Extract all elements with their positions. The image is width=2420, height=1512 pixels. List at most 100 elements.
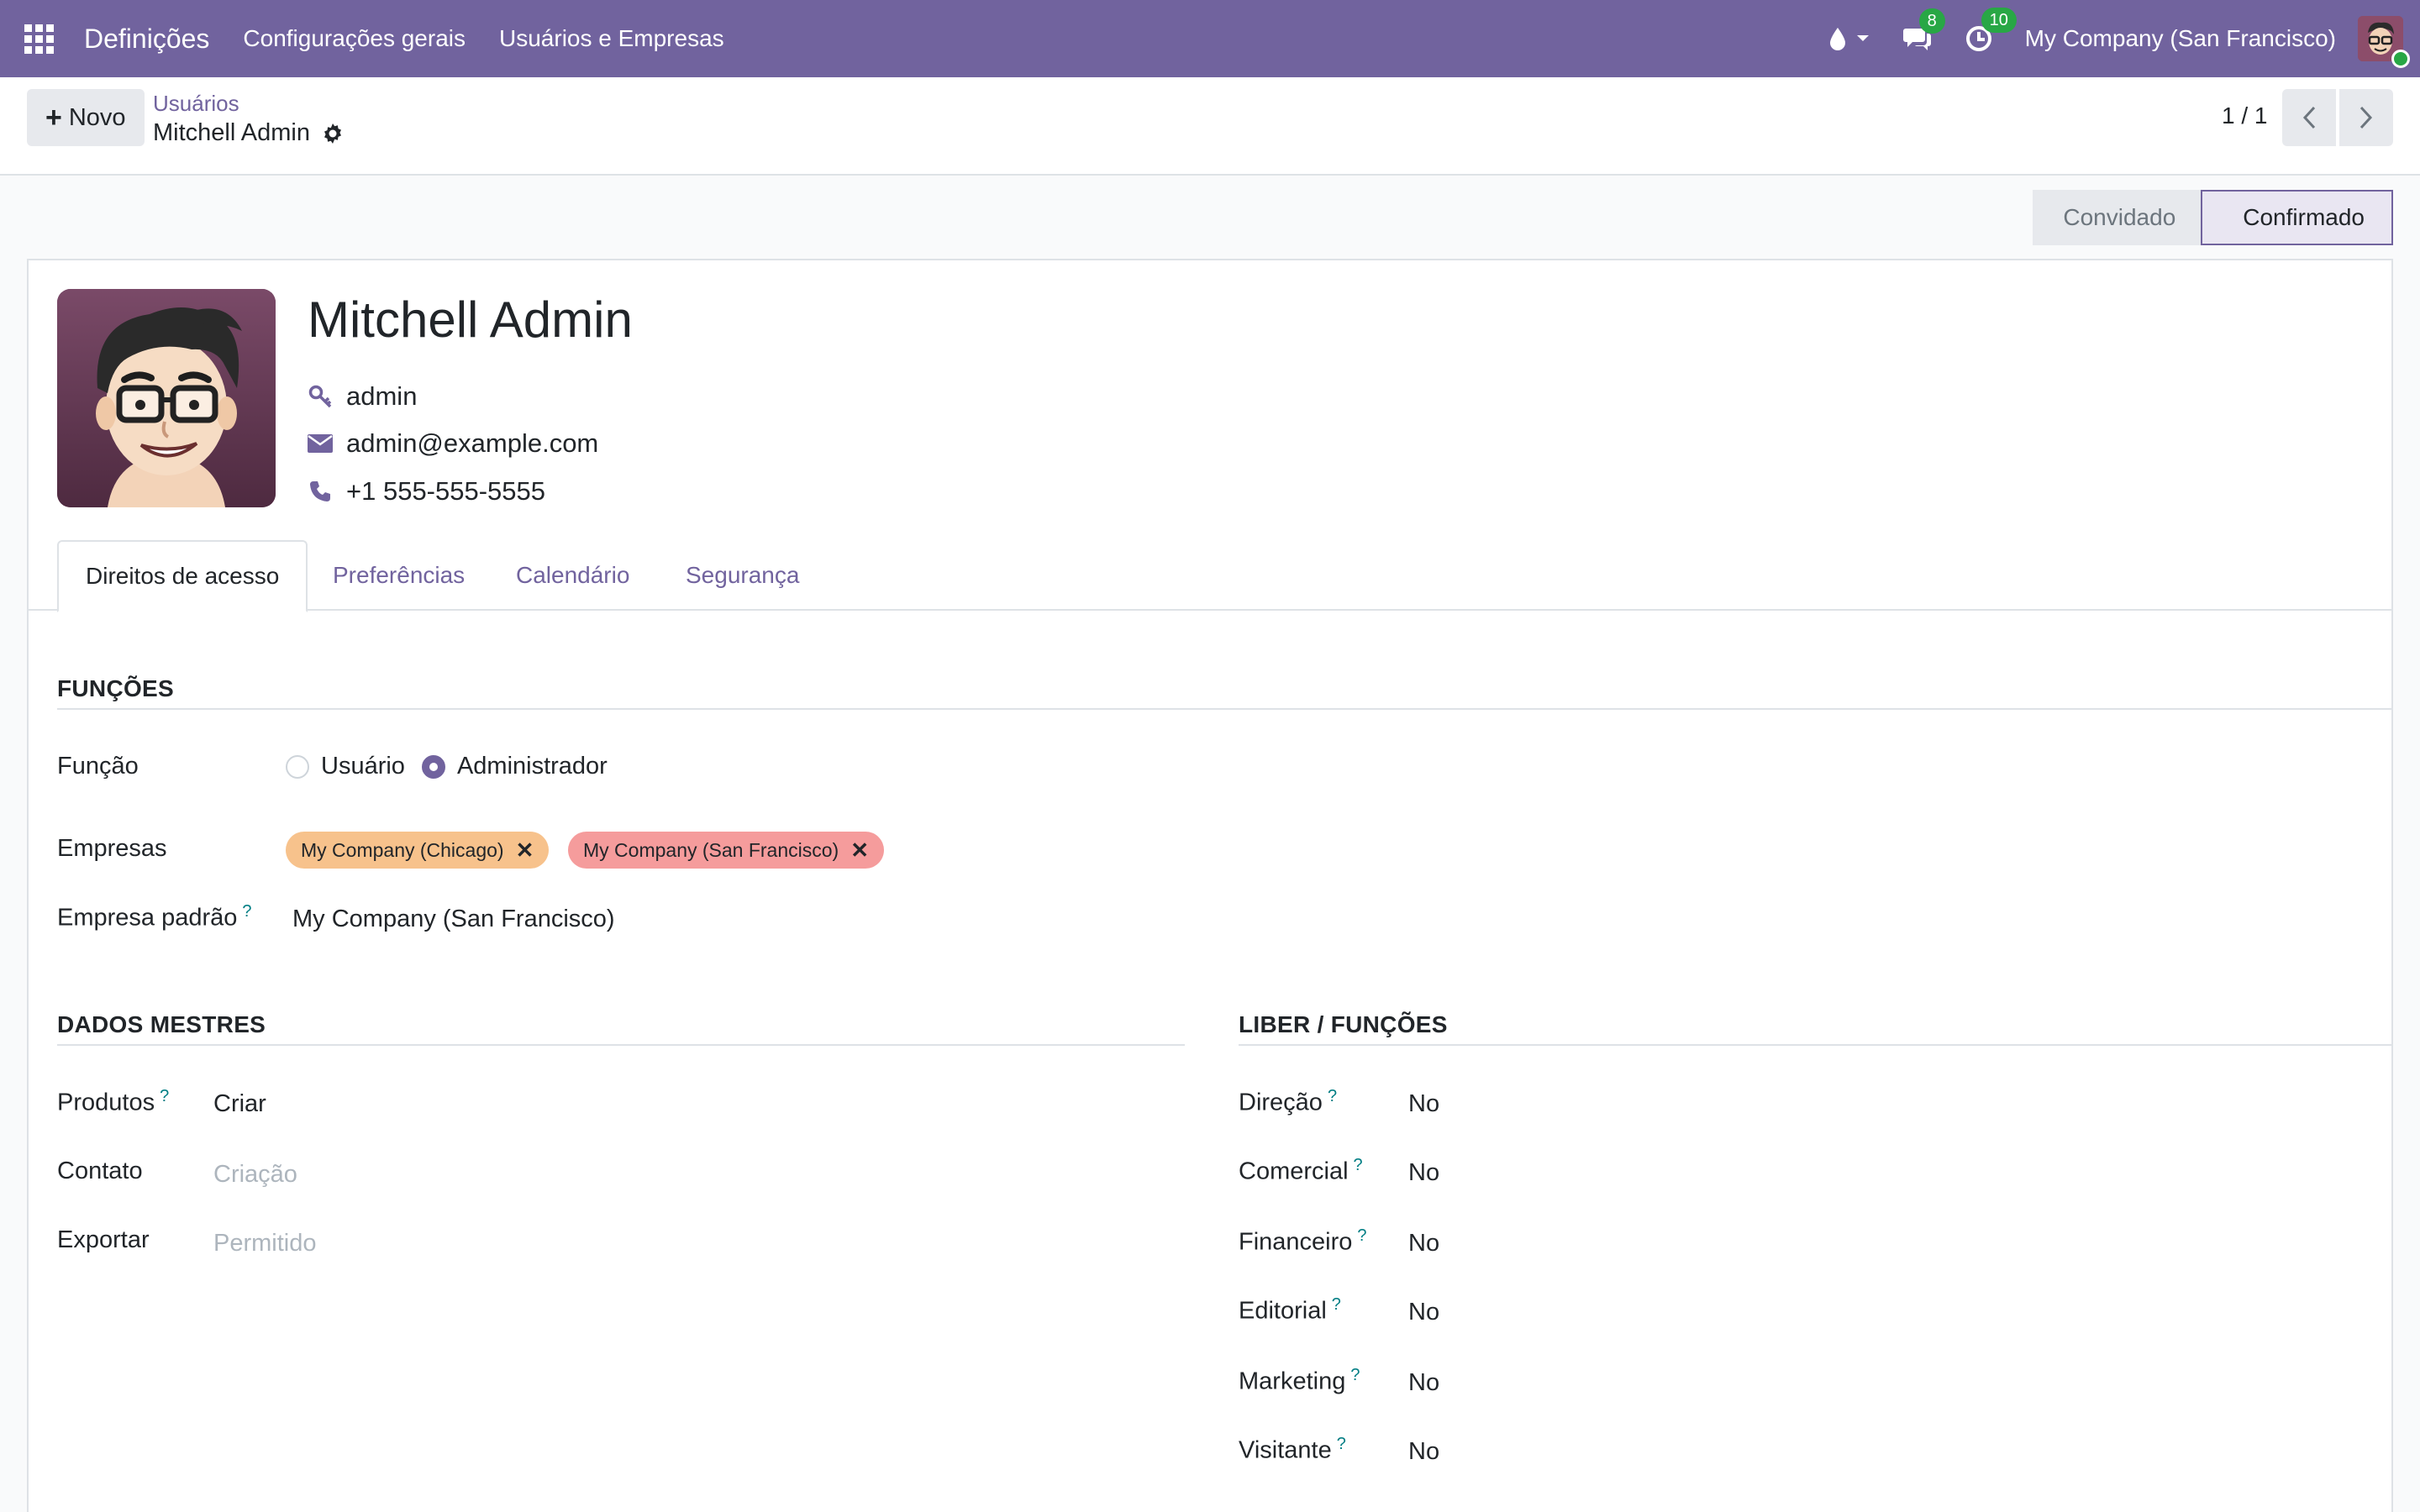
help-tooltip-icon[interactable]: ? [1357,1226,1366,1245]
chevron-right-icon [2360,106,2373,129]
visitor-label: Visitante? [1239,1435,1346,1465]
messages-badge: 8 [1918,8,1945,34]
help-tooltip-icon[interactable]: ? [160,1087,169,1105]
section-title-master-data: DADOS MESTRES [57,1011,266,1037]
login-row: admin [306,381,417,412]
marketing-label: Marketing? [1239,1366,1360,1396]
stage-invited[interactable]: Convidado [2033,190,2202,245]
products-label: Produtos? [57,1087,169,1117]
debug-menu[interactable] [1828,26,1870,51]
pager-value[interactable]: 1 / 1 [2222,102,2267,129]
form-sheet: Mitchell Admin admin admin@example.com +… [27,259,2393,1512]
pager-previous-button[interactable] [2282,89,2336,146]
gear-icon[interactable] [322,123,344,144]
products-label-text: Produtos [57,1089,155,1116]
caret-down-icon [1856,35,1869,41]
visitor-label-text: Visitante [1239,1436,1332,1464]
financial-label-text: Financeiro [1239,1228,1353,1256]
default-company-label: Empresa padrão? [57,902,252,932]
section-title-functions: FUNÇÕES [57,675,174,701]
plus-icon: + [45,101,62,134]
breadcrumb-current: Mitchell Admin [153,119,344,147]
commercial-label: Comercial? [1239,1156,1363,1186]
financial-label: Financeiro? [1239,1226,1367,1257]
chevron-left-icon [2302,106,2316,129]
tab-access-rights[interactable]: Direitos de acesso [57,540,308,612]
email-value[interactable]: admin@example.com [346,428,598,459]
company-tag-label: My Company (Chicago) [301,838,504,861]
commercial-value[interactable]: No [1408,1159,1439,1187]
editorial-value[interactable]: No [1408,1299,1439,1326]
phone-value[interactable]: +1 555-555-5555 [346,476,545,507]
avatar-image [57,289,276,507]
apps-grid-icon [24,24,54,54]
default-company-label-text: Empresa padrão [57,904,238,932]
envelope-icon [306,433,334,454]
remove-tag-icon[interactable]: ✕ [850,837,869,864]
key-icon [306,384,334,409]
activities-button[interactable]: 10 [1965,8,2017,53]
status-bar: Convidado Confirmado [2033,190,2393,245]
tab-calendar[interactable]: Calendário [489,540,656,611]
form-tabs: Direitos de acesso Preferências Calendár… [29,540,2391,612]
help-tooltip-icon[interactable]: ? [1332,1295,1341,1314]
phone-icon [306,480,334,503]
help-tooltip-icon[interactable]: ? [1350,1366,1360,1384]
direction-label-text: Direção [1239,1089,1323,1116]
section-divider [1239,1044,2391,1046]
role-radio-group: Usuário Administrador [286,753,624,780]
new-button-label: Novo [68,103,126,131]
section-divider [57,708,2391,710]
phone-row: +1 555-555-5555 [306,476,545,507]
role-option-user-label[interactable]: Usuário [321,753,405,780]
pager-next-button[interactable] [2339,89,2393,146]
role-radio-admin[interactable] [421,754,445,779]
role-option-admin-label[interactable]: Administrador [457,753,608,780]
visitor-value[interactable]: No [1408,1438,1439,1466]
section-divider [57,1044,1185,1046]
company-switcher[interactable]: My Company (San Francisco) [2025,25,2336,52]
section-title-liber-functions: LIBER / FUNÇÕES [1239,1011,1448,1037]
menu-users-companies[interactable]: Usuários e Empresas [499,25,724,52]
apps-menu-button[interactable] [0,0,77,77]
login-value[interactable]: admin [346,381,417,412]
company-tag-label: My Company (San Francisco) [583,838,839,861]
financial-value[interactable]: No [1408,1230,1439,1257]
online-status-dot [2391,50,2410,68]
company-tag: My Company (San Francisco) ✕ [568,832,884,869]
tab-preferences[interactable]: Preferências [306,540,492,611]
contact-value[interactable]: Criação [213,1161,297,1189]
direction-value[interactable]: No [1408,1090,1439,1118]
marketing-label-text: Marketing [1239,1368,1346,1395]
stage-confirmed[interactable]: Confirmado [2201,190,2393,245]
marketing-value[interactable]: No [1408,1369,1439,1397]
editorial-label: Editorial? [1239,1295,1341,1326]
new-button[interactable]: + Novo [27,89,145,146]
companies-label: Empresas [57,835,167,862]
breadcrumb-users-link[interactable]: Usuários [153,91,239,117]
user-menu-avatar[interactable] [2358,16,2410,68]
products-value[interactable]: Criar [213,1090,266,1118]
help-tooltip-icon[interactable]: ? [1328,1087,1337,1105]
company-tag: My Company (Chicago) ✕ [286,832,550,869]
help-tooltip-icon[interactable]: ? [1354,1156,1363,1174]
menu-general-settings[interactable]: Configurações gerais [243,25,466,52]
user-avatar-large[interactable] [57,289,276,507]
top-navbar: Definições Configurações gerais Usuários… [0,0,2420,77]
direction-label: Direção? [1239,1087,1337,1117]
breadcrumb-current-label: Mitchell Admin [153,119,310,146]
export-value[interactable]: Permitido [213,1230,317,1257]
export-label: Exportar [57,1226,150,1253]
activities-badge: 10 [1981,8,2017,33]
email-row: admin@example.com [306,428,598,459]
commercial-label-text: Comercial [1239,1158,1349,1185]
user-name[interactable]: Mitchell Admin [308,291,633,349]
remove-tag-icon[interactable]: ✕ [516,837,534,864]
role-radio-user[interactable] [286,754,309,779]
help-tooltip-icon[interactable]: ? [1337,1435,1346,1453]
tab-security[interactable]: Segurança [659,540,826,611]
messages-button[interactable]: 8 [1902,8,1945,52]
default-company-value[interactable]: My Company (San Francisco) [292,906,615,933]
app-name[interactable]: Definições [84,24,209,55]
help-tooltip-icon[interactable]: ? [242,902,251,921]
